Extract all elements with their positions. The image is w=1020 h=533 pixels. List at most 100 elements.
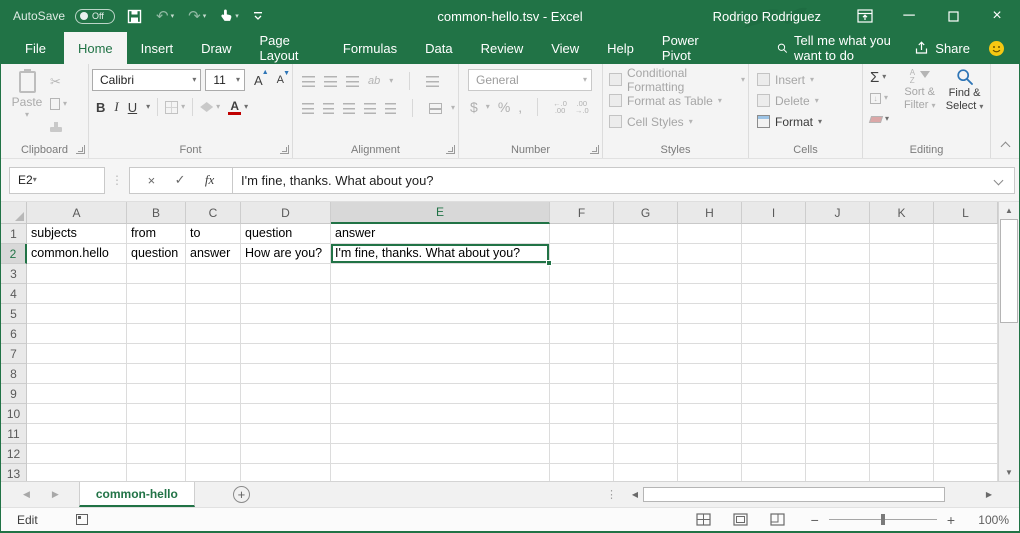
cell-K1[interactable] bbox=[870, 224, 934, 244]
column-header-L[interactable]: L bbox=[934, 202, 998, 224]
cell-F8[interactable] bbox=[550, 364, 614, 384]
find-select-button[interactable]: Find &Select ▾ bbox=[942, 68, 987, 142]
cell-H11[interactable] bbox=[678, 424, 742, 444]
cell-C11[interactable] bbox=[186, 424, 241, 444]
cell-J6[interactable] bbox=[806, 324, 870, 344]
cell-G10[interactable] bbox=[614, 404, 678, 424]
cut-button[interactable]: ✂ bbox=[50, 73, 67, 91]
confirm-entry-button[interactable]: ✓ bbox=[175, 172, 186, 188]
row-header-3[interactable]: 3 bbox=[1, 264, 27, 284]
cell-B8[interactable] bbox=[127, 364, 186, 384]
cell-E5[interactable] bbox=[331, 304, 550, 324]
select-all-corner[interactable] bbox=[1, 202, 27, 224]
cell-J7[interactable] bbox=[806, 344, 870, 364]
cell-L2[interactable] bbox=[934, 244, 998, 264]
tab-draw[interactable]: Draw bbox=[187, 32, 245, 64]
tab-insert[interactable]: Insert bbox=[127, 32, 188, 64]
cell-J8[interactable] bbox=[806, 364, 870, 384]
column-header-J[interactable]: J bbox=[806, 202, 870, 224]
borders-button[interactable] bbox=[165, 101, 178, 114]
cell-K5[interactable] bbox=[870, 304, 934, 324]
macro-record-icon[interactable] bbox=[76, 514, 88, 525]
increase-font-size-button[interactable]: A▲ bbox=[249, 73, 268, 88]
cell-H7[interactable] bbox=[678, 344, 742, 364]
cell-F3[interactable] bbox=[550, 264, 614, 284]
column-header-A[interactable]: A bbox=[27, 202, 127, 224]
cell-J12[interactable] bbox=[806, 444, 870, 464]
cell-D4[interactable] bbox=[241, 284, 331, 304]
cell-C10[interactable] bbox=[186, 404, 241, 424]
cell-H5[interactable] bbox=[678, 304, 742, 324]
cell-H2[interactable] bbox=[678, 244, 742, 264]
cell-K10[interactable] bbox=[870, 404, 934, 424]
cell-I3[interactable] bbox=[742, 264, 806, 284]
percent-style-button[interactable]: % bbox=[498, 99, 510, 115]
tab-view[interactable]: View bbox=[537, 32, 593, 64]
expand-formula-bar-icon[interactable] bbox=[994, 175, 1004, 185]
cell-A10[interactable] bbox=[27, 404, 127, 424]
horizontal-scrollbar[interactable]: ◀ ▶ bbox=[627, 486, 997, 503]
decrease-font-size-button[interactable]: A▼ bbox=[272, 74, 289, 86]
font-dialog-launcher[interactable] bbox=[280, 145, 289, 154]
column-header-I[interactable]: I bbox=[742, 202, 806, 224]
cell-I7[interactable] bbox=[742, 344, 806, 364]
cell-F10[interactable] bbox=[550, 404, 614, 424]
cell-F12[interactable] bbox=[550, 444, 614, 464]
row-header-12[interactable]: 12 bbox=[1, 444, 27, 464]
cell-I2[interactable] bbox=[742, 244, 806, 264]
cell-L6[interactable] bbox=[934, 324, 998, 344]
vertical-scrollbar-thumb[interactable] bbox=[1000, 219, 1018, 323]
cell-C2[interactable]: answer bbox=[186, 244, 241, 264]
delete-cells-button[interactable]: Delete ▾ bbox=[757, 90, 859, 111]
cell-F5[interactable] bbox=[550, 304, 614, 324]
cell-K9[interactable] bbox=[870, 384, 934, 404]
cell-K7[interactable] bbox=[870, 344, 934, 364]
autosum-button[interactable]: Σ ▾ bbox=[870, 68, 897, 86]
tab-formulas[interactable]: Formulas bbox=[329, 32, 411, 64]
cell-D13[interactable] bbox=[241, 464, 331, 481]
cell-E2[interactable]: I'm fine, thanks. What about you? bbox=[331, 244, 550, 264]
cell-E9[interactable] bbox=[331, 384, 550, 404]
cell-B9[interactable] bbox=[127, 384, 186, 404]
format-painter-button[interactable] bbox=[50, 117, 67, 135]
cell-G2[interactable] bbox=[614, 244, 678, 264]
cell-A12[interactable] bbox=[27, 444, 127, 464]
cell-A7[interactable] bbox=[27, 344, 127, 364]
cell-G4[interactable] bbox=[614, 284, 678, 304]
cell-C12[interactable] bbox=[186, 444, 241, 464]
cell-L3[interactable] bbox=[934, 264, 998, 284]
align-left-button[interactable] bbox=[302, 103, 314, 114]
row-header-5[interactable]: 5 bbox=[1, 304, 27, 324]
cell-F7[interactable] bbox=[550, 344, 614, 364]
row-header-6[interactable]: 6 bbox=[1, 324, 27, 344]
cell-G7[interactable] bbox=[614, 344, 678, 364]
cell-E6[interactable] bbox=[331, 324, 550, 344]
cell-J5[interactable] bbox=[806, 304, 870, 324]
cell-D11[interactable] bbox=[241, 424, 331, 444]
cell-L8[interactable] bbox=[934, 364, 998, 384]
cell-D12[interactable] bbox=[241, 444, 331, 464]
cell-K13[interactable] bbox=[870, 464, 934, 481]
cell-H6[interactable] bbox=[678, 324, 742, 344]
cell-G8[interactable] bbox=[614, 364, 678, 384]
cell-G3[interactable] bbox=[614, 264, 678, 284]
cell-I11[interactable] bbox=[742, 424, 806, 444]
cell-D7[interactable] bbox=[241, 344, 331, 364]
cell-L13[interactable] bbox=[934, 464, 998, 481]
cell-A4[interactable] bbox=[27, 284, 127, 304]
cell-B12[interactable] bbox=[127, 444, 186, 464]
cell-D8[interactable] bbox=[241, 364, 331, 384]
normal-view-icon[interactable] bbox=[696, 513, 711, 526]
insert-function-button[interactable]: fx bbox=[205, 172, 214, 188]
previous-sheet-icon[interactable]: ◀ bbox=[23, 489, 30, 500]
cell-G9[interactable] bbox=[614, 384, 678, 404]
cell-B7[interactable] bbox=[127, 344, 186, 364]
zoom-level[interactable]: 100% bbox=[967, 513, 1009, 527]
font-color-button[interactable]: A bbox=[228, 100, 241, 115]
font-family-combo[interactable]: Calibri ▾ bbox=[92, 69, 201, 91]
number-dialog-launcher[interactable] bbox=[590, 145, 599, 154]
increase-indent-button[interactable] bbox=[385, 103, 397, 114]
copy-button[interactable]: ▾ bbox=[50, 95, 67, 113]
column-header-H[interactable]: H bbox=[678, 202, 742, 224]
cell-E8[interactable] bbox=[331, 364, 550, 384]
